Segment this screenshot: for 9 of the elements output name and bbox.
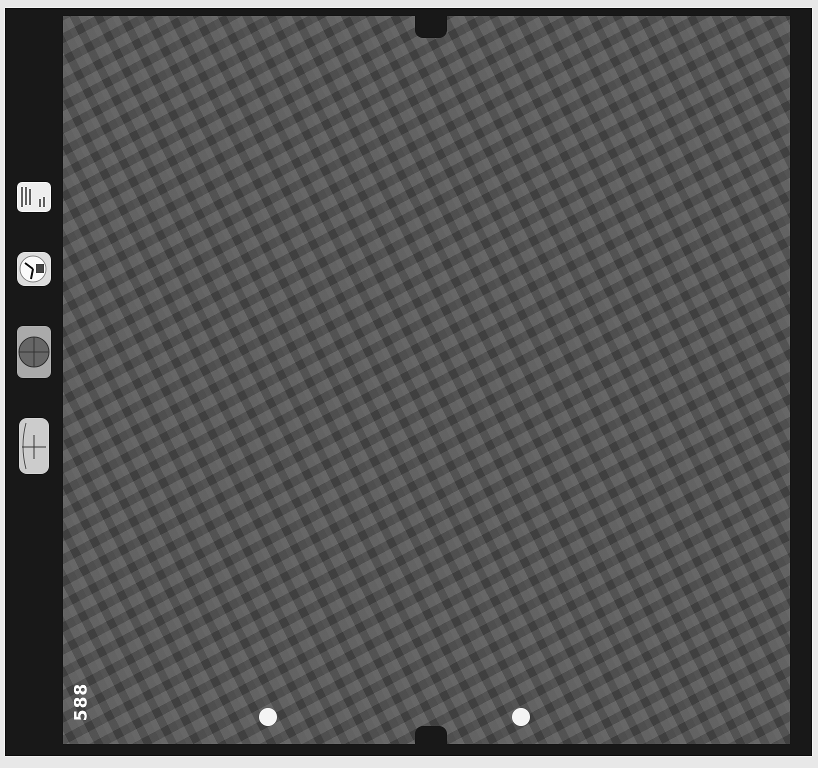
altimeter-icon (16, 325, 52, 379)
fiducial-mark-icon (415, 726, 447, 744)
data-label-icon (16, 181, 52, 213)
circle-marker-icon (259, 708, 277, 726)
fiducial-mark-icon (415, 16, 447, 38)
level-gauge-icon (18, 417, 50, 475)
circle-marker-icon (512, 708, 530, 726)
frame-number: 588 (71, 682, 91, 722)
clock-icon (16, 251, 52, 287)
